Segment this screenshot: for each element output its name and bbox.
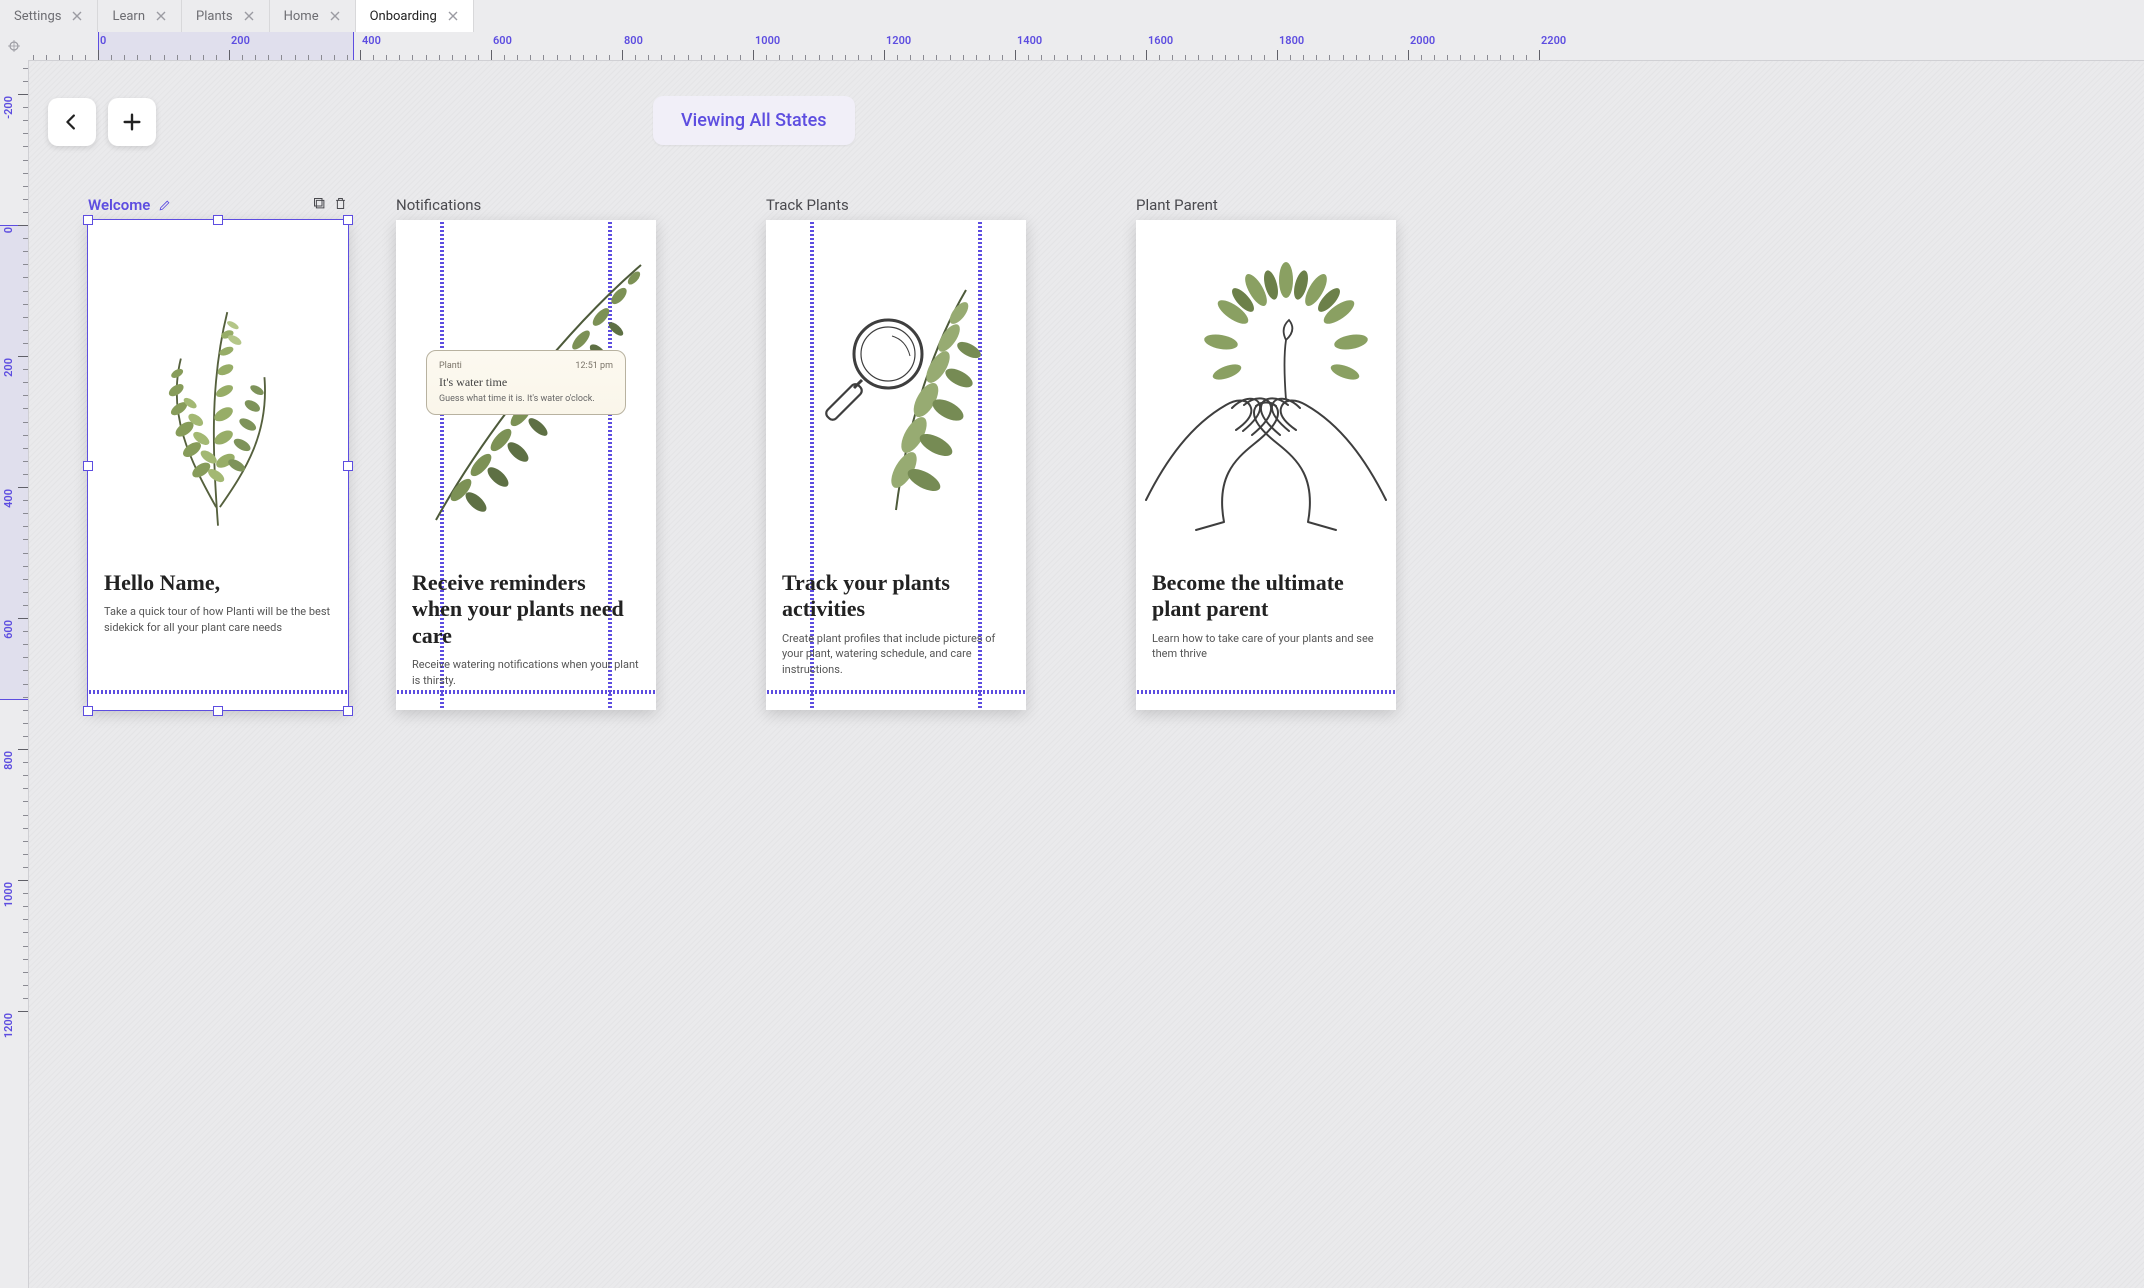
artboard-title[interactable]: Welcome [88,196,171,214]
artboard-title[interactable]: Plant Parent [1136,196,1218,214]
ruler-origin-toggle[interactable] [0,32,29,61]
resize-handle-w[interactable] [83,461,93,471]
tab-label: Home [284,9,319,24]
tab-settings[interactable]: Settings [0,0,98,32]
margin-guide-bottom [396,690,656,694]
tab-learn[interactable]: Learn [98,0,182,32]
artboard-title-text: Plant Parent [1136,196,1218,214]
resize-handle-sw[interactable] [83,706,93,716]
artboard-title-text: Track Plants [766,196,849,214]
artboard-body: Learn how to take care of your plants an… [1152,631,1380,662]
close-icon[interactable] [71,10,83,22]
artboard-heading: Become the ultimate plant parent [1152,570,1380,623]
notification-card: Planti 12:51 pm It's water time Guess wh… [426,350,626,415]
ruler-horizontal[interactable]: 0200400600800100012001400160018002000220… [28,32,2144,61]
hands-illustration [1136,350,1396,550]
tab-bar: Settings Learn Plants Home Onboarding [0,0,2144,33]
artboard-title[interactable]: Track Plants [766,196,849,214]
selection-outline [87,219,349,711]
artboard-title[interactable]: Notifications [396,196,481,214]
artboard-body: Receive watering notifications when your… [412,657,640,688]
tab-label: Onboarding [370,9,437,24]
tab-label: Settings [14,9,61,24]
artboard-plant-parent[interactable]: Plant Parent [1136,220,1396,710]
tab-home[interactable]: Home [270,0,356,32]
artboard-notifications[interactable]: Notifications Planti [396,220,656,710]
margin-guide-bottom [766,690,1026,694]
artboard-heading: Receive reminders when your plants need … [412,570,640,649]
artboard-track-plants[interactable]: Track Plants [766,220,1026,710]
close-icon[interactable] [329,10,341,22]
design-canvas[interactable]: Viewing All States Welcome [28,60,2144,1288]
notification-title: It's water time [439,375,613,390]
artboard-title-text: Notifications [396,196,481,214]
back-button[interactable] [48,98,96,146]
resize-handle-e[interactable] [343,461,353,471]
magnifier-icon [814,310,934,430]
artboard-heading: Track your plants activities [782,570,1010,623]
resize-handle-se[interactable] [343,706,353,716]
notification-body: Guess what time it is. It's water o'cloc… [439,394,613,404]
margin-guide-bottom [1136,690,1396,694]
artboard-body: Create plant profiles that include pictu… [782,631,1010,677]
tab-onboarding[interactable]: Onboarding [356,0,474,32]
resize-handle-s[interactable] [213,706,223,716]
ruler-vertical[interactable]: -200020040060080010001200 [0,60,29,1288]
resize-handle-nw[interactable] [83,215,93,225]
notification-time: 12:51 pm [575,361,613,371]
close-icon[interactable] [447,10,459,22]
resize-handle-n[interactable] [213,215,223,225]
rename-icon[interactable] [158,199,171,212]
notification-app: Planti [439,361,462,371]
tab-plants[interactable]: Plants [182,0,270,32]
resize-handle-ne[interactable] [343,215,353,225]
delete-icon[interactable] [333,196,348,215]
close-icon[interactable] [155,10,167,22]
add-button[interactable] [108,98,156,146]
artboard-welcome[interactable]: Welcome [88,220,348,710]
state-filter-label: Viewing All States [681,110,827,131]
duplicate-icon[interactable] [312,196,327,215]
artboard-title-text: Welcome [88,196,150,214]
close-icon[interactable] [243,10,255,22]
state-filter-pill[interactable]: Viewing All States [653,96,855,145]
tab-label: Learn [112,9,145,24]
tab-label: Plants [196,9,233,24]
